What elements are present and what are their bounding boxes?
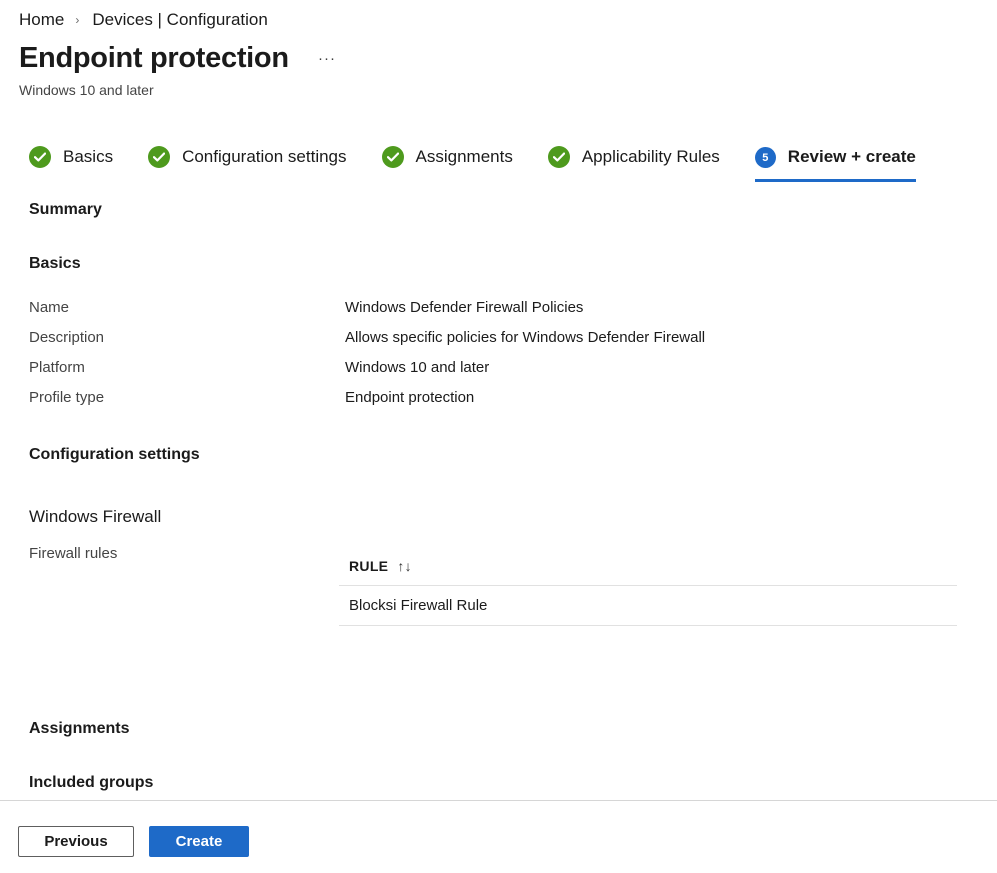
step-number-badge: 5: [754, 147, 776, 168]
create-button[interactable]: Create: [149, 826, 249, 857]
step-label: Basics: [63, 147, 114, 166]
description-value: Allows specific policies for Windows Def…: [345, 329, 706, 346]
checkmark-icon: [547, 146, 570, 168]
step-label: Applicability Rules: [581, 147, 720, 166]
profile-type-label: Profile type: [29, 389, 105, 406]
description-label: Description: [29, 329, 105, 346]
step-applicability-rules[interactable]: Applicability Rules: [547, 146, 720, 182]
page-title: Endpoint protection: [19, 42, 289, 74]
breadcrumb: Home › Devices | Configuration: [19, 9, 268, 31]
configuration-settings-heading: Configuration settings: [29, 446, 200, 463]
name-value: Windows Defender Firewall Policies: [345, 299, 584, 316]
windows-firewall-heading: Windows Firewall: [29, 507, 162, 526]
checkmark-icon: [148, 146, 171, 168]
step-basics[interactable]: Basics: [29, 146, 113, 182]
step-assignments[interactable]: Assignments: [381, 146, 513, 182]
sort-icon[interactable]: ↑↓: [397, 558, 412, 574]
name-label: Name: [29, 299, 70, 316]
page-subtitle: Windows 10 and later: [19, 82, 154, 98]
platform-label: Platform: [29, 359, 85, 376]
basics-heading: Basics: [29, 255, 81, 272]
rule-cell: Blocksi Firewall Rule: [349, 597, 488, 614]
breadcrumb-home-link[interactable]: Home: [19, 10, 64, 30]
step-review-create[interactable]: 5 Review + create: [754, 146, 916, 182]
firewall-rules-label: Firewall rules: [29, 545, 118, 562]
included-groups-heading: Included groups: [29, 774, 154, 791]
platform-value: Windows 10 and later: [345, 359, 490, 376]
checkmark-icon: [29, 146, 51, 168]
step-label: Configuration settings: [182, 147, 347, 166]
rule-column-header: RULE: [349, 557, 389, 574]
profile-type-value: Endpoint protection: [345, 389, 475, 406]
step-label: Assignments: [415, 147, 513, 166]
chevron-right-icon: ›: [75, 13, 80, 27]
assignments-heading: Assignments: [29, 720, 130, 737]
previous-button[interactable]: Previous: [18, 826, 134, 857]
more-options-icon[interactable]: ···: [318, 50, 336, 67]
checkmark-icon: [381, 146, 404, 168]
table-header: RULE ↑↓: [339, 546, 957, 586]
summary-heading: Summary: [29, 201, 102, 218]
firewall-rules-table: RULE ↑↓ Blocksi Firewall Rule: [339, 546, 957, 626]
wizard-steps: Basics Configuration settings Assignment…: [29, 146, 951, 182]
breadcrumb-devices-configuration-link[interactable]: Devices | Configuration: [92, 10, 267, 30]
table-row: Blocksi Firewall Rule: [339, 586, 957, 626]
footer-bar: Previous Create: [0, 800, 997, 873]
step-label: Review + create: [787, 147, 916, 166]
step-configuration-settings[interactable]: Configuration settings: [148, 146, 347, 182]
